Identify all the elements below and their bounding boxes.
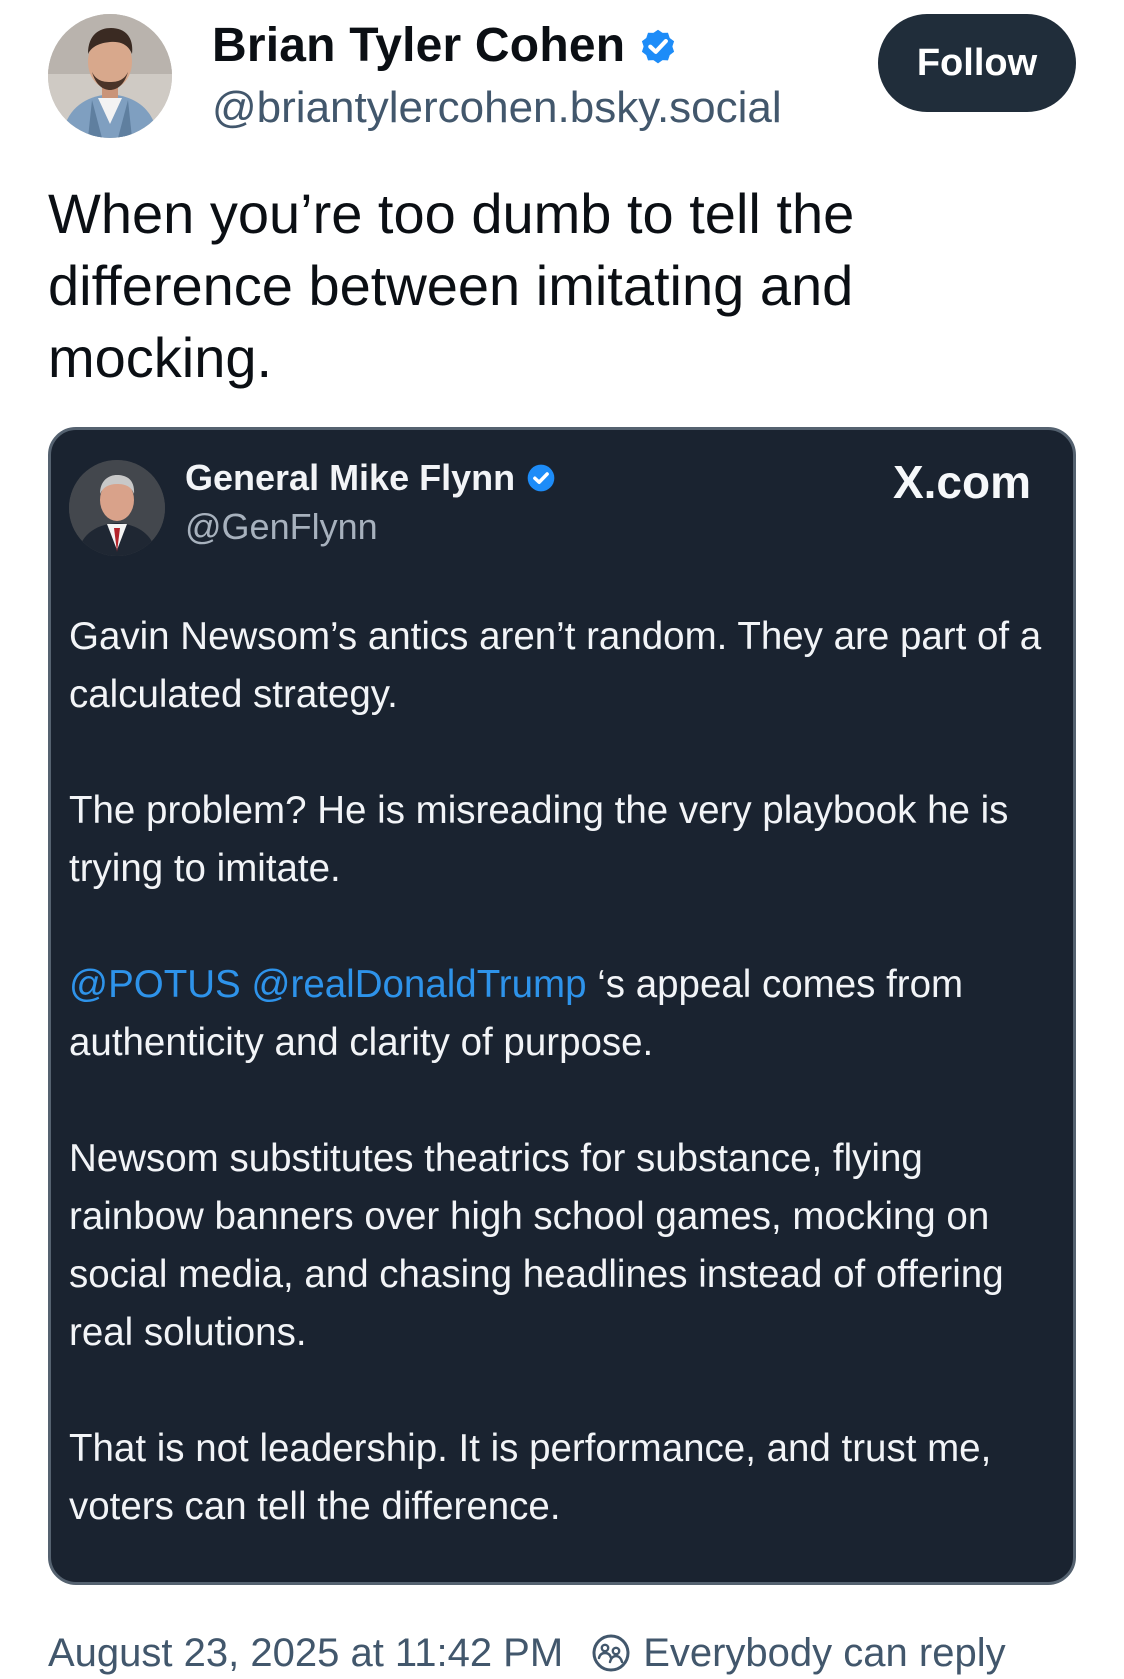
- embed-paragraph: Gavin Newsom’s antics aren’t random. The…: [69, 615, 1042, 716]
- embed-author-handle: @GenFlynn: [185, 506, 378, 547]
- reply-setting-label[interactable]: Everybody can reply: [643, 1628, 1005, 1678]
- embed-paragraph: That is not leadership. It is performanc…: [69, 1427, 992, 1528]
- embed-paragraph-mentions: @POTUS @realDonaldTrump ‘s appeal comes …: [69, 956, 1059, 1072]
- author-name[interactable]: Brian Tyler Cohen: [212, 14, 625, 78]
- verified-badge-icon: [637, 25, 679, 67]
- author-avatar[interactable]: [48, 14, 172, 138]
- bluesky-post: Brian Tyler Cohen @briantylercohen.bsky.…: [0, 0, 1124, 1679]
- embedded-post-card[interactable]: General Mike Flynn @GenFlynn X.com Gavin…: [48, 427, 1076, 1585]
- embed-name-row: General Mike Flynn: [185, 450, 557, 506]
- verified-badge-icon: [525, 462, 557, 494]
- post-footer: August 23, 2025 at 11:42 PM Everybody ca…: [48, 1628, 1006, 1678]
- embed-author-avatar[interactable]: [69, 460, 165, 556]
- profile-photo-icon: [48, 14, 172, 138]
- author-name-row: Brian Tyler Cohen: [212, 14, 679, 78]
- embed-source-label: X.com: [892, 456, 1031, 508]
- post-timestamp[interactable]: August 23, 2025 at 11:42 PM: [48, 1628, 563, 1678]
- embed-body: Gavin Newsom’s antics aren’t random. The…: [69, 608, 1059, 1582]
- embed-paragraph: Newsom substitutes theatrics for substan…: [69, 1137, 1004, 1354]
- post-text: When you’re too dumb to tell the differe…: [48, 182, 855, 389]
- embed-paragraph: The problem? He is misreading the very p…: [69, 789, 1009, 890]
- profile-photo-icon: [69, 460, 165, 556]
- author-handle[interactable]: @briantylercohen.bsky.social: [212, 80, 782, 136]
- embed-author-name[interactable]: General Mike Flynn: [185, 450, 515, 506]
- follow-button[interactable]: Follow: [878, 14, 1076, 112]
- mention-link[interactable]: @POTUS: [69, 963, 241, 1006]
- reply-setting-icon: [591, 1633, 631, 1673]
- mention-link[interactable]: @realDonaldTrump: [251, 963, 586, 1006]
